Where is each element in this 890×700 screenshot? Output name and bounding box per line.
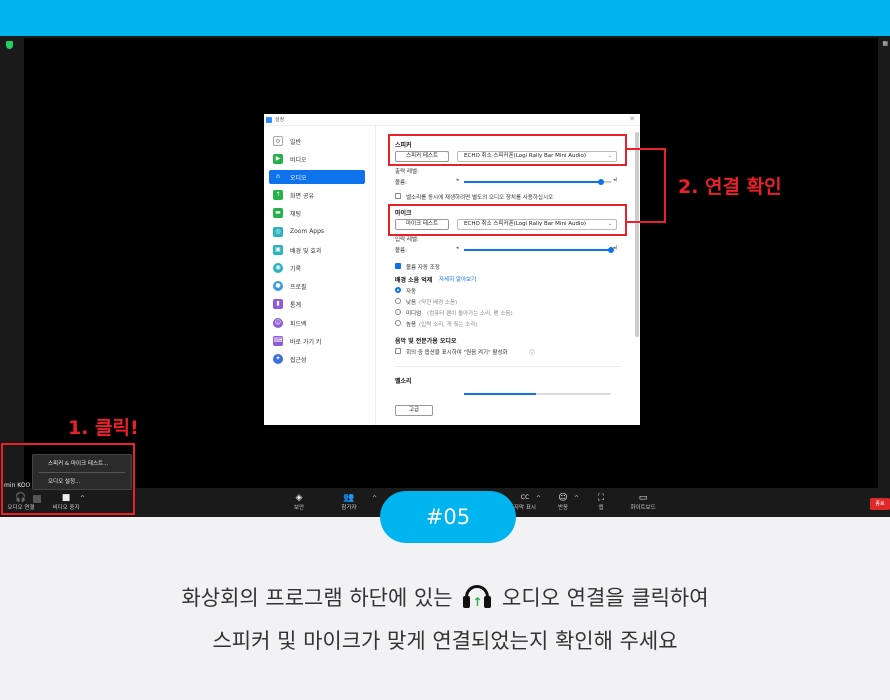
ring-separate-checkbox[interactable] (395, 193, 401, 199)
sidebar-item-chat[interactable]: ▬ 채팅 (269, 206, 365, 220)
end-meeting-button[interactable]: 종료 (870, 498, 890, 510)
highlight-box-mic (388, 204, 627, 236)
sidebar-item-accessibility[interactable]: ✦ 접근성 (269, 352, 365, 366)
settings-sidebar: ⚙ 일반 ▶ 비디오 ∩ 오디오 ↑ 화면 공유 ▬ 채팅 ◎ Zoom Apps ▣ 배경 … (264, 126, 376, 425)
noise-option-label: 자동 (406, 289, 417, 295)
participants-caret-icon[interactable]: ^ (372, 495, 377, 502)
statistics-icon: ▮ (273, 299, 283, 309)
shield-icon[interactable] (6, 41, 13, 49)
participants-icon: 👥 (343, 493, 355, 503)
auto-volume-checkbox[interactable] (395, 263, 401, 269)
sidebar-item-shortcuts[interactable]: ⌨ 바로 가기 키 (269, 334, 365, 348)
noise-option-label: 낮음 (406, 300, 417, 306)
bracket (627, 148, 666, 223)
settings-title: 설정 (275, 117, 285, 123)
sidebar-item-audio[interactable]: ∩ 오디오 (269, 170, 365, 184)
caption-line2: 스피커 및 마이크가 맞게 연결되었는지 확인해 주세요 (212, 629, 678, 653)
annotation-step1: 1. 클릭! (68, 417, 139, 439)
sidebar-item-statistics[interactable]: ▮ 통계 (269, 297, 365, 311)
participants-button[interactable]: 👥 참가자 (336, 492, 362, 512)
mic-volume-slider[interactable] (464, 247, 614, 253)
original-sound-label: 회의 중 옵션을 표시하여 "원음 켜기" 활성화 (406, 350, 508, 356)
sidebar-item-general[interactable]: ⚙ 일반 (269, 134, 365, 148)
background-icon: ▣ (273, 245, 283, 255)
mic-volume-label: 볼륨: (395, 248, 407, 254)
noise-low-radio[interactable] (395, 298, 401, 304)
volume-low-icon: ◂ (456, 245, 459, 251)
noise-high-radio[interactable] (395, 320, 401, 326)
reactions-icon: ☺ (558, 493, 568, 503)
ringtone-heading: 벨소리 (395, 378, 412, 385)
whiteboard-button[interactable]: ▭ 화이트보드 (626, 492, 660, 512)
sidebar-item-screen-share[interactable]: ↑ 화면 공유 (269, 188, 365, 202)
noise-option-desc: (컴퓨터 팬이 돌아가는 소리, 펜 소음) (427, 311, 513, 317)
video-icon: ▶ (273, 154, 283, 164)
noise-option-label: 미디엄 (406, 311, 422, 317)
speaker-volume-label: 볼륨: (395, 180, 407, 186)
original-sound-checkbox[interactable] (395, 348, 401, 354)
reactions-caret-icon[interactable]: ^ (574, 495, 579, 502)
headphones-icon: ↑ (463, 585, 492, 609)
apps-icon: ◎ (273, 227, 283, 237)
noise-option-label: 높음 (406, 322, 417, 328)
zoom-logo-icon (266, 117, 272, 123)
whiteboard-icon: ▭ (638, 493, 648, 503)
apps-button[interactable]: ⛶ 앱 (592, 492, 610, 512)
sidebar-item-profile[interactable]: ● 프로필 (269, 279, 365, 293)
noise-suppression-heading: 배경 소음 억제 (395, 277, 433, 284)
slider-fill (464, 249, 611, 251)
apps-icon: ⛶ (597, 493, 605, 503)
settings-title-bar: 설정 ✕ (264, 114, 640, 126)
noise-option-desc: (약한 배경 소음) (419, 300, 458, 306)
highlight-box-audio (1, 443, 135, 515)
volume-high-icon: ◂) (613, 245, 618, 251)
help-icon[interactable]: ⓘ (529, 348, 535, 357)
sidebar-item-zoom-apps[interactable]: ◎ Zoom Apps (269, 225, 365, 239)
volume-low-icon: ◂ (456, 177, 459, 183)
captions-caret-icon[interactable]: ^ (536, 495, 541, 502)
keyboard-icon: ⌨ (273, 336, 283, 346)
slider-fill (464, 393, 536, 395)
headphones-icon: ∩ (275, 173, 281, 180)
advanced-button[interactable]: 고급 (395, 405, 433, 416)
slider-knob[interactable] (597, 179, 604, 185)
feedback-icon: ☺ (273, 318, 283, 328)
speaker-volume-slider[interactable] (464, 179, 611, 185)
profile-icon: ● (273, 281, 283, 291)
divider (395, 366, 621, 367)
noise-medium-radio[interactable] (395, 309, 401, 315)
auto-volume-label: 볼륨 자동 조정 (406, 265, 440, 271)
ringtone-slider[interactable] (464, 393, 611, 395)
slider-fill (464, 181, 601, 183)
reactions-button[interactable]: ☺ 반응 (553, 492, 573, 512)
sidebar-item-feedback[interactable]: ☺ 피드백 (269, 316, 365, 330)
noise-auto-radio[interactable] (395, 287, 401, 293)
close-icon[interactable]: ✕ (629, 115, 635, 123)
learn-more-link[interactable]: 자세히 알아보기 (439, 275, 476, 283)
sidebar-item-video[interactable]: ▶ 비디오 (269, 152, 365, 166)
chat-icon: ▬ (273, 208, 283, 218)
shield-icon: ◈ (295, 493, 303, 503)
output-level-label: 출력 레벨: (395, 169, 419, 175)
arrow-up-icon: ↑ (472, 595, 483, 609)
caption-line1: 화상회의 프로그램 하단에 있는 ↑ 오디오 연결을 클릭하여 (181, 585, 709, 610)
accessibility-icon: ✦ (273, 354, 283, 364)
input-level-label: 입력 레벨: (395, 237, 419, 243)
security-button[interactable]: ◈ 보안 (288, 492, 310, 512)
step-badge: #05 (380, 491, 516, 543)
volume-high-icon: ◂) (613, 177, 618, 183)
view-grid-icon[interactable]: ▦ (882, 40, 888, 47)
noise-option-desc: (입력 소리, 개 짖는 소리) (419, 322, 478, 328)
highlight-box-speaker (388, 134, 627, 166)
audio-settings-panel: 스피커 스피커 테스트 ECHO 취소 스피커폰(Logi Rally Bar … (377, 126, 640, 425)
share-screen-icon: ↑ (273, 190, 283, 200)
ring-separate-label: 벨소리를 동시에 재생하려면 별도의 오디오 장치를 사용하십시오 (406, 195, 554, 201)
sidebar-item-background[interactable]: ▣ 배경 및 효과 (269, 243, 365, 257)
record-icon: ◉ (273, 263, 283, 273)
music-audio-heading: 음악 및 전문가용 오디오 (395, 338, 457, 345)
top-banner (0, 0, 890, 36)
gear-icon: ⚙ (273, 136, 283, 146)
annotation-step2: 2. 연결 확인 (678, 176, 782, 198)
sidebar-item-recording[interactable]: ◉ 기록 (269, 261, 365, 275)
